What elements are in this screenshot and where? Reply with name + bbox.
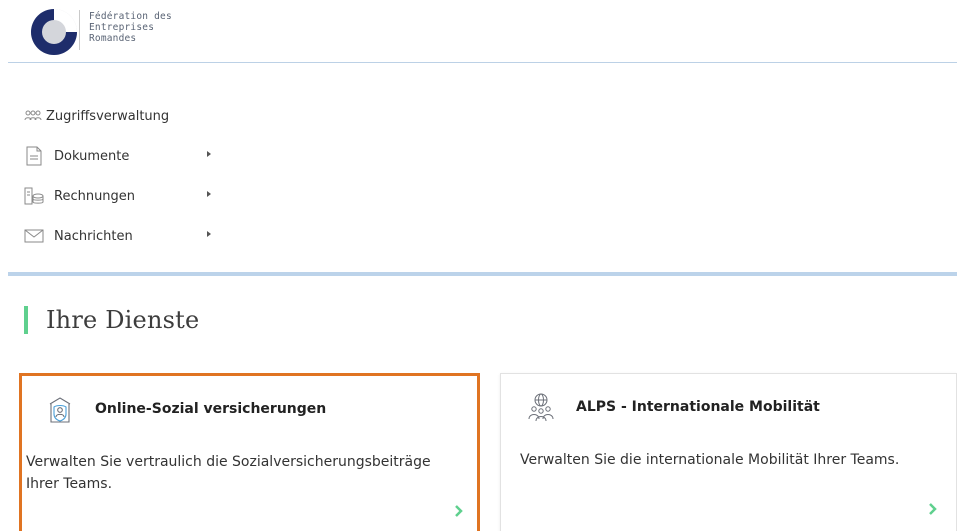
users-icon [24, 106, 42, 126]
submenu-arrow-icon[interactable] [207, 151, 211, 157]
main-nav: Zugriffsverwaltung Dokumente Rechnungen [24, 96, 324, 256]
logo-divider [79, 10, 80, 50]
section-title-text: Ihre Dienste [46, 306, 200, 334]
header: Fédération des Entreprises Romandes [0, 0, 957, 62]
section-title: Ihre Dienste [24, 306, 199, 334]
fer-logo-icon[interactable] [30, 8, 78, 56]
card-header: Online-Sozial versicherungen [47, 394, 326, 424]
submenu-arrow-icon[interactable] [207, 231, 211, 237]
logo-text: Fédération des Entreprises Romandes [89, 11, 172, 44]
document-icon [24, 146, 44, 166]
invoice-icon [24, 186, 44, 206]
nav-item-zugriffsverwaltung[interactable]: Zugriffsverwaltung [24, 96, 324, 136]
card-title: ALPS - Internationale Mobilität [576, 399, 820, 415]
nav-item-label: Rechnungen [54, 188, 136, 204]
card-description: Verwalten Sie vertraulich die Sozialvers… [26, 454, 431, 492]
section-accent-bar [24, 306, 28, 334]
chevron-right-icon[interactable] [925, 501, 939, 517]
section-divider [8, 272, 957, 276]
chevron-right-icon[interactable] [451, 503, 465, 519]
service-card-alps[interactable]: ALPS - Internationale Mobilität Verwalte… [500, 373, 957, 531]
globe-people-icon [528, 392, 554, 422]
submenu-arrow-icon[interactable] [207, 191, 211, 197]
card-description: Verwalten Sie die internationale Mobilit… [520, 452, 900, 468]
nav-item-dokumente[interactable]: Dokumente [24, 136, 324, 176]
card-title: Online-Sozial versicherungen [95, 401, 327, 417]
nav-item-rechnungen[interactable]: Rechnungen [24, 176, 324, 216]
service-card-online-sozialversicherungen[interactable]: Online-Sozial versicherungen Verwalten S… [19, 373, 480, 531]
card-header: ALPS - Internationale Mobilität [528, 392, 820, 422]
header-divider [8, 62, 957, 63]
envelope-icon [24, 226, 44, 246]
nav-item-label: Zugriffsverwaltung [46, 108, 170, 124]
nav-item-label: Dokumente [54, 148, 130, 164]
nav-item-nachrichten[interactable]: Nachrichten [24, 216, 324, 256]
nav-item-label: Nachrichten [54, 228, 133, 244]
insurance-shield-icon [47, 394, 73, 424]
